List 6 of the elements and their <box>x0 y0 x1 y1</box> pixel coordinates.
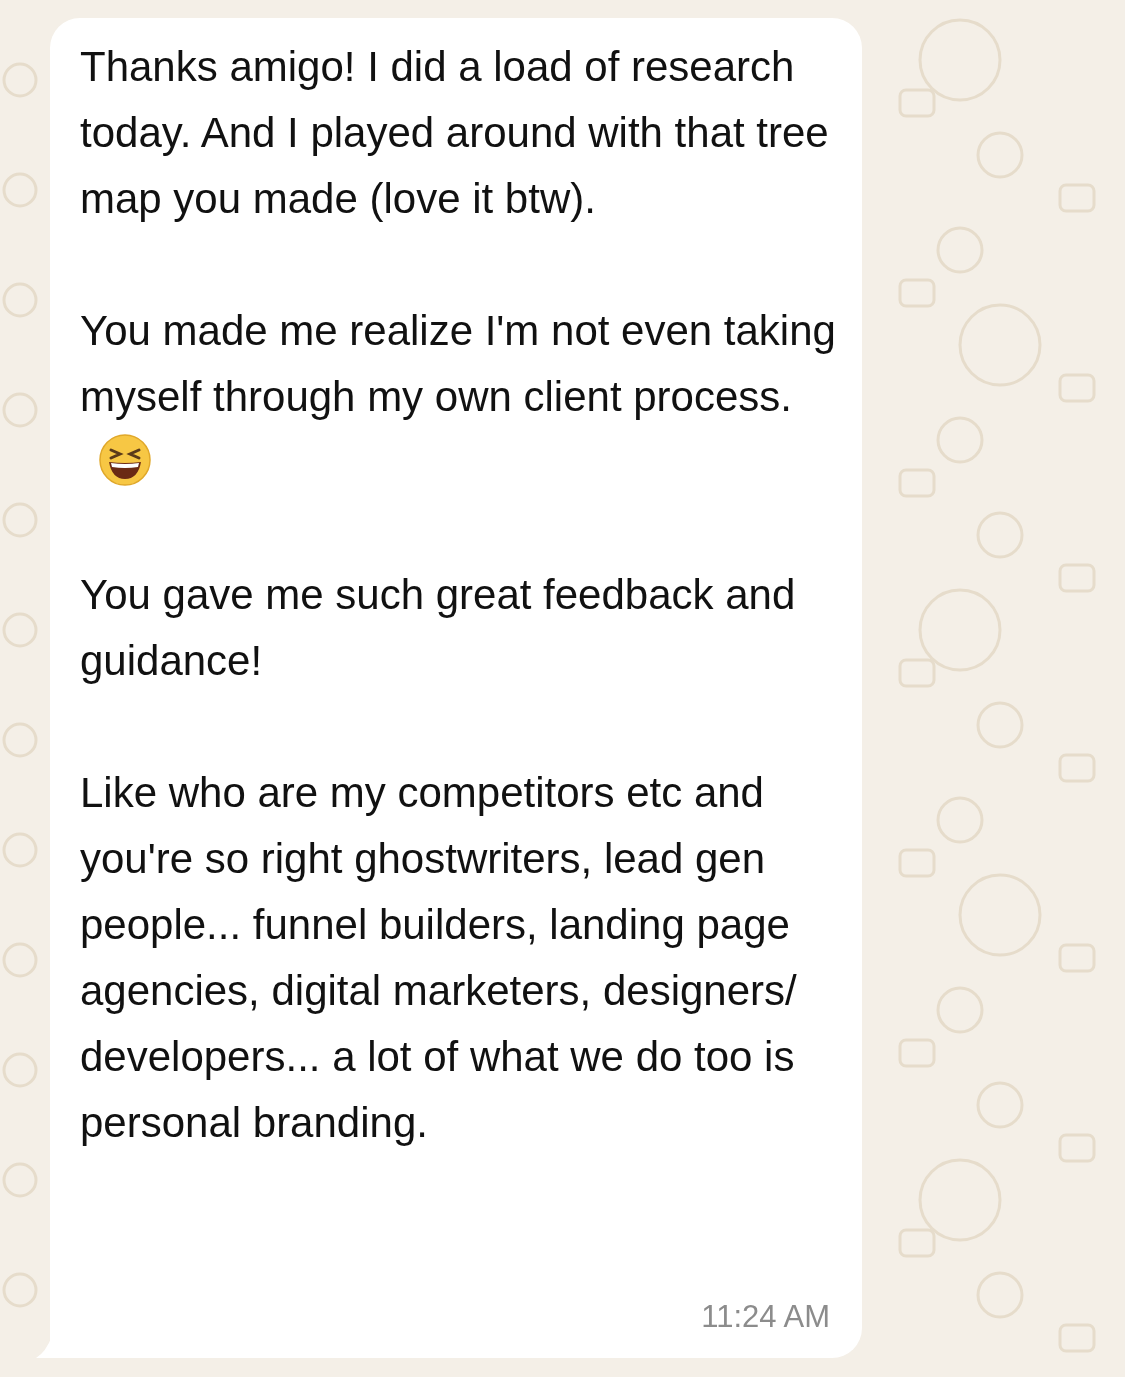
message-text: You gave me such great feedback and guidance! <box>80 570 797 686</box>
message-text: Thanks amigo! I did a load of research today. And I played around with that tree map you made (love it btw). <box>80 42 830 224</box>
laughing-face-icon <box>98 433 152 487</box>
message-time: 11:24 AM <box>701 1297 830 1336</box>
message-text: You made me realize I'm not even taking myself through my own client process. <box>80 298 840 496</box>
message-text: Like who are my competitors etc and you're so right ghostwriters, lead gen people... funnel builders, landing page agencies, digital marketers, designers/ developers... a lot of what we do too is personal branding. <box>80 768 798 1148</box>
